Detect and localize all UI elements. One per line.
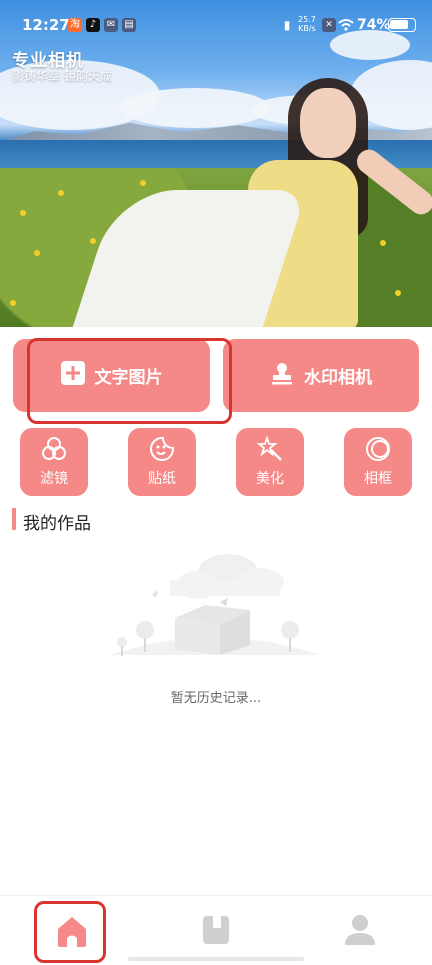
my-works-title: 我的作品: [23, 514, 91, 534]
filter-tool-button[interactable]: 滤镜: [20, 428, 88, 496]
vibrate-icon: ▮: [283, 18, 291, 32]
stamp-icon: [270, 361, 294, 390]
magic-wand-icon: [257, 436, 282, 461]
highlight-box-text-image: [27, 338, 232, 424]
book-icon[interactable]: [200, 914, 232, 950]
hero-banner-image: 12:27 淘 ♪ ✉ ▤ ▮ 25.7 KB/s ✕ 74% 专业相机 影铸华章…: [0, 0, 432, 327]
notification-app-icon: 淘: [68, 18, 82, 32]
status-time: 12:27: [22, 16, 70, 34]
nfc-icon: ✕: [322, 18, 336, 32]
filter-label: 滤镜: [40, 471, 68, 487]
highlight-box-home: [34, 901, 106, 963]
frame-tool-button[interactable]: 相框: [344, 428, 412, 496]
sticker-label: 贴纸: [148, 471, 176, 487]
filter-circles-icon: [42, 437, 66, 460]
beautify-label: 美化: [256, 471, 284, 487]
profile-icon[interactable]: [343, 914, 377, 950]
net-speed: 25.7 KB/s: [298, 15, 316, 33]
status-bar: 12:27 淘 ♪ ✉ ▤ ▮ 25.7 KB/s ✕ 74%: [0, 0, 432, 50]
sticker-tool-button[interactable]: 贴纸: [128, 428, 196, 496]
wifi-icon: [338, 17, 354, 36]
tiktok-icon: ♪: [86, 18, 100, 32]
battery-percent: 74%: [357, 17, 391, 33]
frame-icon: [366, 437, 390, 461]
watermark-camera-button[interactable]: 水印相机: [223, 339, 419, 412]
sticker-icon: [150, 437, 174, 461]
frame-label: 相框: [364, 471, 392, 487]
empty-state-illustration: [110, 554, 320, 656]
empty-state-text: 暂无历史记录...: [170, 691, 262, 706]
beautify-tool-button[interactable]: 美化: [236, 428, 304, 496]
watermark-camera-label: 水印相机: [304, 368, 372, 388]
app-notification-icon: ▤: [122, 18, 136, 32]
battery-icon: [388, 18, 416, 32]
hero-subtitle: 影铸华章 镜韵天成: [12, 69, 112, 83]
mail-icon: ✉: [104, 18, 118, 32]
section-accent-bar: [12, 508, 16, 530]
home-indicator-bar: [128, 957, 304, 961]
